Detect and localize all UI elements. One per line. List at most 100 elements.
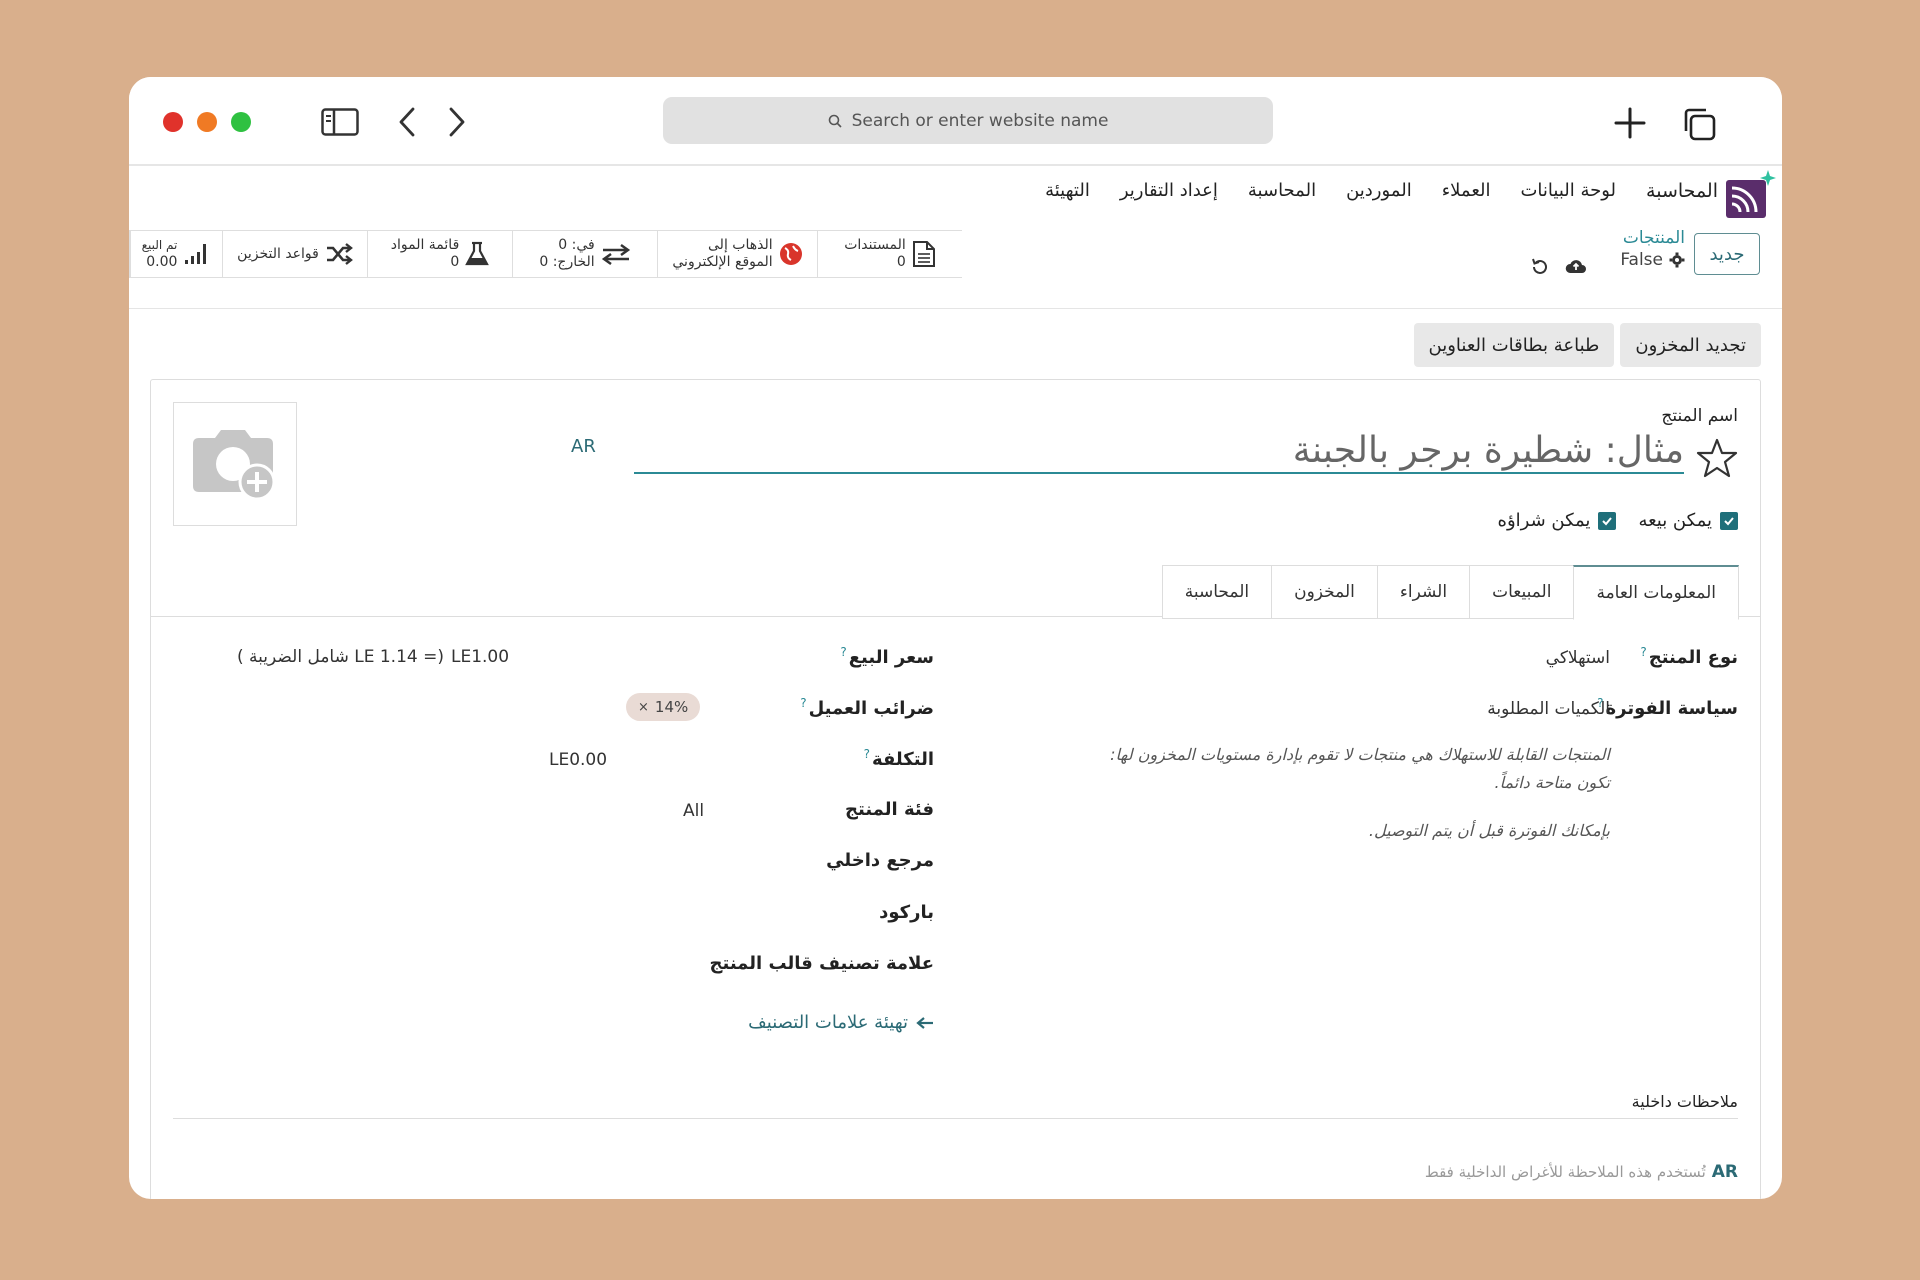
help-tooltip-icon[interactable]: ? bbox=[1640, 645, 1646, 659]
tab-general-information[interactable]: المعلومات العامة bbox=[1573, 565, 1739, 620]
gear-icon[interactable] bbox=[1669, 252, 1685, 268]
barcode-input[interactable] bbox=[237, 902, 760, 928]
product-type-label: نوع المنتج? bbox=[1640, 645, 1738, 668]
go-to-website-smart-button[interactable]: الذهاب إلى الموقع الإلكتروني bbox=[657, 231, 817, 277]
customer-taxes-label: ضرائب العميل? bbox=[800, 696, 934, 719]
record-name: False bbox=[1620, 250, 1663, 270]
update-quantity-button[interactable]: تجديد المخزون bbox=[1620, 323, 1761, 367]
can-be-sold-checkbox[interactable]: يمكن بيعه bbox=[1638, 510, 1738, 531]
product-category-text: فئة المنتج bbox=[845, 799, 934, 820]
sold-value: 0.00 bbox=[146, 254, 178, 270]
nav-item-accounting[interactable]: المحاسبة bbox=[1248, 180, 1316, 202]
new-button[interactable]: جديد bbox=[1694, 233, 1760, 275]
bom-smart-button[interactable]: قائمة المواد 0 bbox=[367, 231, 512, 277]
browser-window: Search or enter website name المحاسبة لو… bbox=[129, 77, 1782, 1199]
cost-value[interactable]: LE0.00 bbox=[549, 750, 607, 770]
internal-reference-label: مرجع داخلي bbox=[826, 850, 934, 871]
website-line1: الذهاب إلى bbox=[708, 237, 773, 253]
nav-item-customers[interactable]: العملاء bbox=[1442, 180, 1491, 202]
address-bar[interactable]: Search or enter website name bbox=[663, 97, 1273, 144]
camera-plus-icon bbox=[193, 430, 276, 501]
tab-accounting[interactable]: المحاسبة bbox=[1161, 565, 1272, 619]
odoo-app: المحاسبة لوحة البيانات العملاء الموردين … bbox=[129, 166, 1782, 1199]
maximize-window-button[interactable] bbox=[231, 112, 251, 132]
cost-text: التكلفة bbox=[872, 749, 934, 770]
bom-label: قائمة المواد bbox=[390, 237, 460, 253]
new-tab-icon[interactable] bbox=[1613, 106, 1647, 140]
product-name-input[interactable]: مثال: شطيرة برجر بالجبنة bbox=[634, 430, 1684, 474]
tab-sales[interactable]: المبيعات bbox=[1469, 565, 1574, 619]
internal-reference-text: مرجع داخلي bbox=[826, 850, 934, 871]
product-image-upload[interactable] bbox=[173, 402, 297, 526]
nav-item-dashboard[interactable]: لوحة البيانات bbox=[1520, 180, 1616, 202]
minimize-window-button[interactable] bbox=[197, 112, 217, 132]
nav-item-configuration[interactable]: التهيئة bbox=[1045, 180, 1090, 202]
product-flags: يمكن بيعه يمكن شراؤه bbox=[1498, 510, 1738, 531]
bar-chart-icon bbox=[185, 244, 207, 264]
address-placeholder: Search or enter website name bbox=[851, 110, 1109, 131]
can-be-sold-label: يمكن بيعه bbox=[1638, 510, 1712, 531]
nav-app-name[interactable]: المحاسبة bbox=[1646, 180, 1718, 202]
check-icon bbox=[1602, 516, 1613, 525]
website-line2: الموقع الإلكتروني bbox=[672, 254, 773, 270]
sales-price-text: سعر البيع bbox=[848, 647, 934, 668]
bom-count: 0 bbox=[450, 254, 460, 270]
documents-label: المستندات bbox=[844, 237, 906, 253]
can-be-purchased-checkbox[interactable]: يمكن شراؤه bbox=[1498, 510, 1617, 531]
documents-smart-button[interactable]: المستندات 0 bbox=[817, 231, 962, 277]
invoice-policy-help: بإمكانك الفوترة قبل أن يتم التوصيل. bbox=[1368, 821, 1610, 840]
cloud-save-icon[interactable] bbox=[1565, 256, 1587, 276]
customer-tax-tag[interactable]: × 14% bbox=[626, 693, 701, 721]
transfer-arrows-icon bbox=[601, 243, 630, 266]
tab-purchase[interactable]: الشراء bbox=[1376, 565, 1470, 619]
product-tags-text: علامة تصنيف قالب المنتج bbox=[709, 953, 934, 974]
internal-reference-input[interactable] bbox=[237, 850, 760, 876]
product-name-placeholder: مثال: شطيرة برجر بالجبنة bbox=[1292, 430, 1684, 471]
barcode-text: باركود bbox=[879, 902, 934, 923]
moves-in: في: 0 bbox=[558, 237, 595, 253]
notebook-tabs: المعلومات العامة المبيعات الشراء المخزون… bbox=[1161, 565, 1739, 620]
breadcrumb-products[interactable]: المنتجات bbox=[1620, 228, 1685, 248]
sold-label: تم البيع bbox=[141, 238, 178, 252]
favorite-star-icon[interactable] bbox=[1696, 438, 1738, 478]
accounting-app-logo-icon[interactable] bbox=[1724, 170, 1776, 220]
help-tooltip-icon[interactable]: ? bbox=[864, 747, 870, 761]
sold-smart-button[interactable]: تم البيع 0.00 bbox=[130, 231, 222, 277]
forward-icon[interactable] bbox=[447, 106, 467, 138]
print-labels-button[interactable]: طباعة بطاقات العناوين bbox=[1413, 323, 1615, 367]
name-language-button[interactable]: AR bbox=[571, 436, 596, 457]
sales-price-value[interactable]: LE1.00 bbox=[451, 647, 509, 667]
notes-language-button[interactable]: AR bbox=[1712, 1162, 1738, 1182]
remove-tag-icon[interactable]: × bbox=[638, 700, 649, 715]
back-icon[interactable] bbox=[397, 106, 417, 138]
product-type-help-2: تكون متاحة دائماً. bbox=[1494, 773, 1610, 792]
help-tooltip-icon[interactable]: ? bbox=[800, 696, 806, 710]
documents-count: 0 bbox=[896, 254, 906, 270]
discard-icon[interactable] bbox=[1530, 257, 1550, 277]
smart-buttons: المستندات0 الذهاب إلىالموقع الإلكتروني bbox=[129, 230, 962, 278]
routes-smart-button[interactable]: قواعد التخزين bbox=[222, 231, 367, 277]
arrow-left-icon bbox=[916, 1016, 933, 1029]
document-icon bbox=[912, 241, 935, 267]
invoice-policy-value[interactable]: الكميات المطلوبة bbox=[1487, 699, 1610, 719]
product-type-help: المنتجات القابلة للاستهلاك هي منتجات لا … bbox=[1110, 745, 1610, 764]
internal-notes-field[interactable]: AR تُستخدم هذه الملاحظة للأغراض الداخلية… bbox=[1425, 1162, 1738, 1182]
tabs-overview-icon[interactable] bbox=[1681, 106, 1717, 142]
in-out-smart-button[interactable]: في: 0 الخارج: 0 bbox=[512, 231, 657, 277]
sidebar-toggle-icon[interactable] bbox=[321, 108, 359, 136]
tab-inventory[interactable]: المخزون bbox=[1271, 565, 1377, 619]
product-category-value[interactable]: All bbox=[683, 801, 704, 821]
product-type-value[interactable]: استهلاكي bbox=[1546, 648, 1610, 668]
nav-item-reporting[interactable]: إعداد التقارير bbox=[1120, 180, 1218, 202]
close-window-button[interactable] bbox=[163, 112, 183, 132]
control-panel-divider bbox=[129, 308, 1782, 309]
control-panel: جديد المنتجات False المستندات 0 الذهاب إ… bbox=[129, 228, 1782, 298]
check-icon bbox=[1724, 516, 1734, 525]
nav-item-vendors[interactable]: الموردين bbox=[1346, 180, 1412, 202]
product-category-label: فئة المنتج bbox=[845, 799, 934, 820]
configure-tags-link[interactable]: تهيئة علامات التصنيف bbox=[748, 1012, 934, 1033]
customer-tax-value: 14% bbox=[654, 698, 689, 716]
barcode-label: باركود bbox=[879, 902, 934, 923]
customer-taxes-text: ضرائب العميل bbox=[808, 698, 934, 719]
help-tooltip-icon[interactable]: ? bbox=[840, 645, 846, 659]
